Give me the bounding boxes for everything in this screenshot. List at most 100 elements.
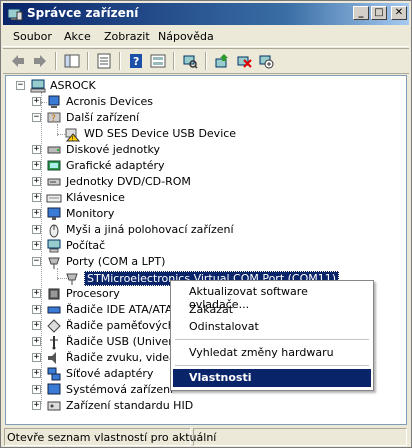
expand-toggle[interactable]: + [32,401,41,410]
mouse-icon [46,222,62,238]
forward-arrow-icon [34,55,46,67]
tree-item-label: Procesory [66,287,120,300]
processor-icon [46,286,62,302]
disable-device-icon [259,55,274,69]
expand-toggle[interactable]: + [32,177,41,186]
sound-icon [46,350,62,366]
properties-icon [97,53,111,69]
menu-item-scan-hardware[interactable]: Vyhledat změny hardwaru [173,344,371,362]
expand-toggle[interactable]: + [32,305,41,314]
monitor-icon [46,206,62,222]
hid-icon [46,398,62,414]
collapse-toggle[interactable]: − [32,113,41,122]
toolbar: ? [3,48,409,74]
expand-toggle[interactable]: + [32,97,41,106]
context-menu: Aktualizovat software ovladače... Zakáza… [170,280,374,391]
keyboard-icon [46,190,62,206]
tree-item-label: Systémová zařízení [66,383,174,396]
back-arrow-icon [12,55,24,67]
toolbar-separator [205,52,207,70]
expand-toggle[interactable]: + [32,289,41,298]
view-icon [150,54,166,68]
svg-text:!: ! [72,136,74,143]
close-button[interactable]: ✕ [391,6,407,20]
expand-toggle[interactable]: + [32,145,41,154]
tree-item-label: Řadiče zvuku, videa [66,351,176,364]
back-button[interactable] [7,51,29,71]
tree-item-label: WD SES Device USB Device [84,127,237,140]
minimize-button[interactable]: _ [353,6,369,20]
update-driver-button[interactable] [211,51,233,71]
tree-item-label: Řadiče USB (Universa [66,335,186,348]
title-bar[interactable]: Správce zařízení _ □ ✕ [3,3,409,25]
tree-item-label: Zařízení standardu HID [66,399,194,412]
warning-device-icon: ! [64,126,81,143]
toolbar-separator [173,52,175,70]
ide-controller-icon [46,302,62,318]
computer-icon [30,78,46,94]
status-pane: Otevře seznam vlastností pro aktuální [4,428,216,446]
show-hide-tree-button[interactable] [61,51,83,71]
properties-button[interactable] [93,51,115,71]
tree-item-label: Diskové jednotky [66,143,161,156]
expand-toggle[interactable]: + [32,369,41,378]
storage-controller-icon [46,318,62,334]
toolbar-separator [119,52,121,70]
collapse-toggle[interactable]: − [32,257,41,266]
tree-item-label: Myši a jiná polohovací zařízení [66,223,234,236]
expand-toggle[interactable]: + [32,353,41,362]
view-button[interactable] [147,51,169,71]
menu-item-disable[interactable]: Zakázat [173,301,371,319]
menu-soubor[interactable]: Soubor [13,30,52,43]
tree-item-label: Monitory [66,207,115,220]
status-bar: Otevře seznam vlastností pro aktuální [3,427,409,447]
expand-toggle[interactable]: + [32,193,41,202]
expand-toggle[interactable]: + [32,241,41,250]
tree-item-label: Jednotky DVD/CD-ROM [66,175,191,188]
maximize-button[interactable]: □ [371,6,387,20]
menu-item-uninstall[interactable]: Odinstalovat [173,318,371,336]
menu-item-update-driver[interactable]: Aktualizovat software ovladače... [173,283,371,311]
unknown-device-icon: ? [46,110,62,126]
device-manager-icon [7,6,23,22]
scan-hardware-button[interactable] [179,51,201,71]
uninstall-button[interactable] [233,51,255,71]
tree-item-label: Klávesnice [66,191,125,204]
expand-toggle[interactable]: + [32,321,41,330]
scan-hardware-icon [183,55,198,69]
menu-akce[interactable]: Akce [64,30,91,43]
tree-item-label: Řadiče IDE ATA/ATAPI [66,303,183,316]
menu-bar: Soubor Akce Zobrazit Nápověda [3,27,409,47]
help-button[interactable]: ? [125,51,147,71]
status-text: Otevře seznam vlastností pro aktuální [7,431,217,444]
tree-connector [41,92,42,404]
tree-root-label: ASROCK [50,79,96,92]
disk-drive-icon [46,142,62,158]
expand-toggle[interactable]: + [32,337,41,346]
svg-text:?: ? [51,114,56,124]
update-driver-icon [215,54,228,68]
forward-button[interactable] [29,51,51,71]
system-device-icon [46,382,62,398]
menu-item-properties[interactable]: Vlastnosti [173,369,371,387]
expand-toggle[interactable]: + [32,225,41,234]
tree-item-label: Počítač [66,239,106,252]
expand-toggle[interactable]: + [32,385,41,394]
expand-toggle[interactable]: + [32,209,41,218]
menu-separator [175,365,369,366]
expand-toggle[interactable]: + [32,161,41,170]
toolbar-separator [55,52,57,70]
tree-item-label: Acronis Devices [66,95,153,108]
console-tree-icon [64,54,80,68]
status-pane-empty [193,428,407,446]
menu-zobrazit[interactable]: Zobrazit [104,30,150,43]
collapse-toggle[interactable]: − [16,81,25,90]
menu-napoveda[interactable]: Nápověda [158,30,214,43]
window-title: Správce zařízení [27,6,139,20]
com-port-icon [64,270,80,286]
disable-button[interactable] [255,51,277,71]
help-icon: ? [130,54,142,68]
network-adapter-icon [46,366,62,382]
usb-icon [46,334,62,350]
tree-item-label: Grafické adaptéry [66,159,165,172]
